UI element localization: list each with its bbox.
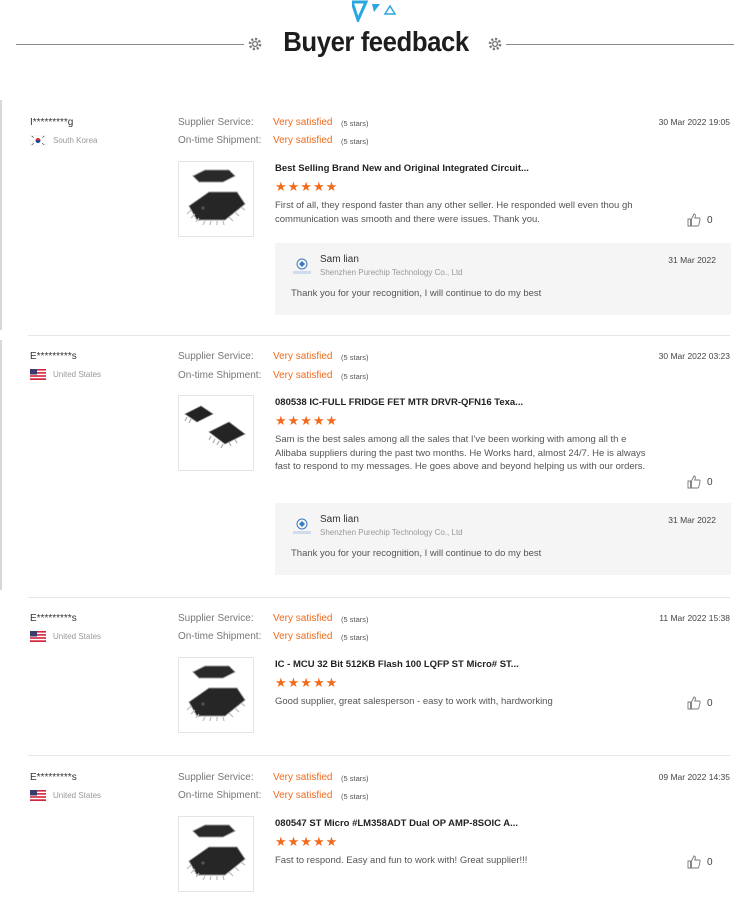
page-title: Buyer feedback (283, 26, 469, 57)
like-count: 0 (707, 856, 713, 868)
supplier-service-stars: (5 stars) (341, 119, 369, 128)
star-rating: ★★★★★ (275, 834, 339, 849)
kr-flag-icon (30, 134, 46, 146)
supplier-service-label: Supplier Service: (178, 613, 254, 624)
review-comment: First of all, they respond faster than a… (275, 200, 633, 225)
ontime-shipment-stars: (5 stars) (341, 633, 369, 642)
review-date: 11 Mar 2022 15:38 (659, 613, 730, 623)
like-button[interactable]: 0 (687, 213, 713, 227)
qfp-chip-icon (186, 824, 246, 881)
reply-text: Thank you for your recognition, I will c… (291, 288, 542, 299)
review-date: 30 Mar 2022 19:05 (658, 117, 730, 127)
ontime-shipment-rating: Very satisfied (273, 790, 333, 801)
ontime-shipment-label: On-time Shipment: (178, 370, 262, 381)
purechip-logo-icon (293, 258, 311, 274)
supplier-service-label: Supplier Service: (178, 351, 254, 362)
reply-date: 31 Mar 2022 (668, 255, 716, 265)
buyer-name: E*********s (30, 351, 77, 362)
thumbs-up-icon (687, 855, 701, 869)
supplier-reply: Sam lian Shenzhen Purechip Technology Co… (275, 243, 731, 315)
ontime-shipment-label: On-time Shipment: (178, 790, 262, 801)
review-comment: Good supplier, great salesperson - easy … (275, 696, 553, 707)
qfp-chip-icon (186, 169, 246, 226)
buyer-country: United States (30, 629, 101, 643)
gear-icon (488, 37, 502, 51)
like-count: 0 (707, 476, 713, 488)
reply-company: Shenzhen Purechip Technology Co., Ltd (320, 268, 463, 277)
review-date: 30 Mar 2022 03:23 (658, 351, 730, 361)
buyer-country: United States (30, 788, 101, 802)
like-button[interactable]: 0 (687, 696, 713, 710)
thumbs-up-icon (687, 213, 701, 227)
page-header: Buyer feedback (0, 0, 750, 90)
like-button[interactable]: 0 (687, 475, 713, 489)
ontime-shipment-stars: (5 stars) (341, 792, 369, 801)
triangle-decoration-icon (352, 0, 397, 22)
reply-author: Sam lian (320, 254, 359, 265)
supplier-service-label: Supplier Service: (178, 117, 254, 128)
qfn-chip-icon (184, 405, 246, 449)
supplier-service-stars: (5 stars) (341, 615, 369, 624)
us-flag-icon (30, 630, 46, 642)
supplier-service-rating: Very satisfied (273, 613, 333, 624)
supplier-reply: Sam lian Shenzhen Purechip Technology Co… (275, 503, 731, 575)
left-edge-line (0, 100, 2, 330)
review-divider (28, 597, 730, 598)
review-divider (28, 755, 730, 756)
header-rule-left (16, 44, 244, 45)
buyer-name: E*********s (30, 772, 77, 783)
buyer-country: South Korea (30, 133, 97, 147)
reply-company: Shenzhen Purechip Technology Co., Ltd (320, 528, 463, 537)
thumbs-up-icon (687, 696, 701, 710)
product-name-link[interactable]: Best Selling Brand New and Original Inte… (275, 163, 529, 174)
reply-author: Sam lian (320, 514, 359, 525)
product-name-link[interactable]: 080538 IC-FULL FRIDGE FET MTR DRVR-QFN16… (275, 397, 523, 408)
supplier-service-rating: Very satisfied (273, 772, 333, 783)
header-rule-right (506, 44, 734, 45)
reply-text: Thank you for your recognition, I will c… (291, 548, 542, 559)
like-count: 0 (707, 214, 713, 226)
thumbs-up-icon (687, 475, 701, 489)
review-date: 09 Mar 2022 14:35 (658, 772, 730, 782)
left-edge-line (0, 340, 2, 590)
supplier-service-stars: (5 stars) (341, 774, 369, 783)
product-image[interactable] (178, 657, 254, 733)
star-rating: ★★★★★ (275, 413, 339, 428)
gear-icon (248, 37, 262, 51)
ontime-shipment-rating: Very satisfied (273, 135, 333, 146)
ontime-shipment-stars: (5 stars) (341, 137, 369, 146)
product-image[interactable] (178, 395, 254, 471)
ontime-shipment-stars: (5 stars) (341, 372, 369, 381)
supplier-service-stars: (5 stars) (341, 353, 369, 362)
like-button[interactable]: 0 (687, 855, 713, 869)
reply-date: 31 Mar 2022 (668, 515, 716, 525)
buyer-country: United States (30, 367, 101, 381)
star-rating: ★★★★★ (275, 675, 339, 690)
product-name-link[interactable]: IC - MCU 32 Bit 512KB Flash 100 LQFP ST … (275, 659, 519, 670)
product-image[interactable] (178, 816, 254, 892)
review-comment: Fast to respond. Easy and fun to work wi… (275, 855, 528, 866)
review-comment: Sam is the best sales among all the sale… (275, 434, 646, 472)
buyer-name: I*********g (30, 117, 74, 128)
like-count: 0 (707, 697, 713, 709)
ontime-shipment-rating: Very satisfied (273, 631, 333, 642)
buyer-name: E*********s (30, 613, 77, 624)
product-image[interactable] (178, 161, 254, 237)
supplier-service-rating: Very satisfied (273, 117, 333, 128)
supplier-service-label: Supplier Service: (178, 772, 254, 783)
us-flag-icon (30, 368, 46, 380)
ontime-shipment-label: On-time Shipment: (178, 135, 262, 146)
supplier-service-rating: Very satisfied (273, 351, 333, 362)
qfp-chip-icon (186, 665, 246, 722)
product-name-link[interactable]: 080547 ST Micro #LM358ADT Dual OP AMP-8S… (275, 818, 518, 829)
us-flag-icon (30, 789, 46, 801)
review-divider (28, 335, 730, 336)
purechip-logo-icon (293, 518, 311, 534)
star-rating: ★★★★★ (275, 179, 339, 194)
ontime-shipment-rating: Very satisfied (273, 370, 333, 381)
ontime-shipment-label: On-time Shipment: (178, 631, 262, 642)
